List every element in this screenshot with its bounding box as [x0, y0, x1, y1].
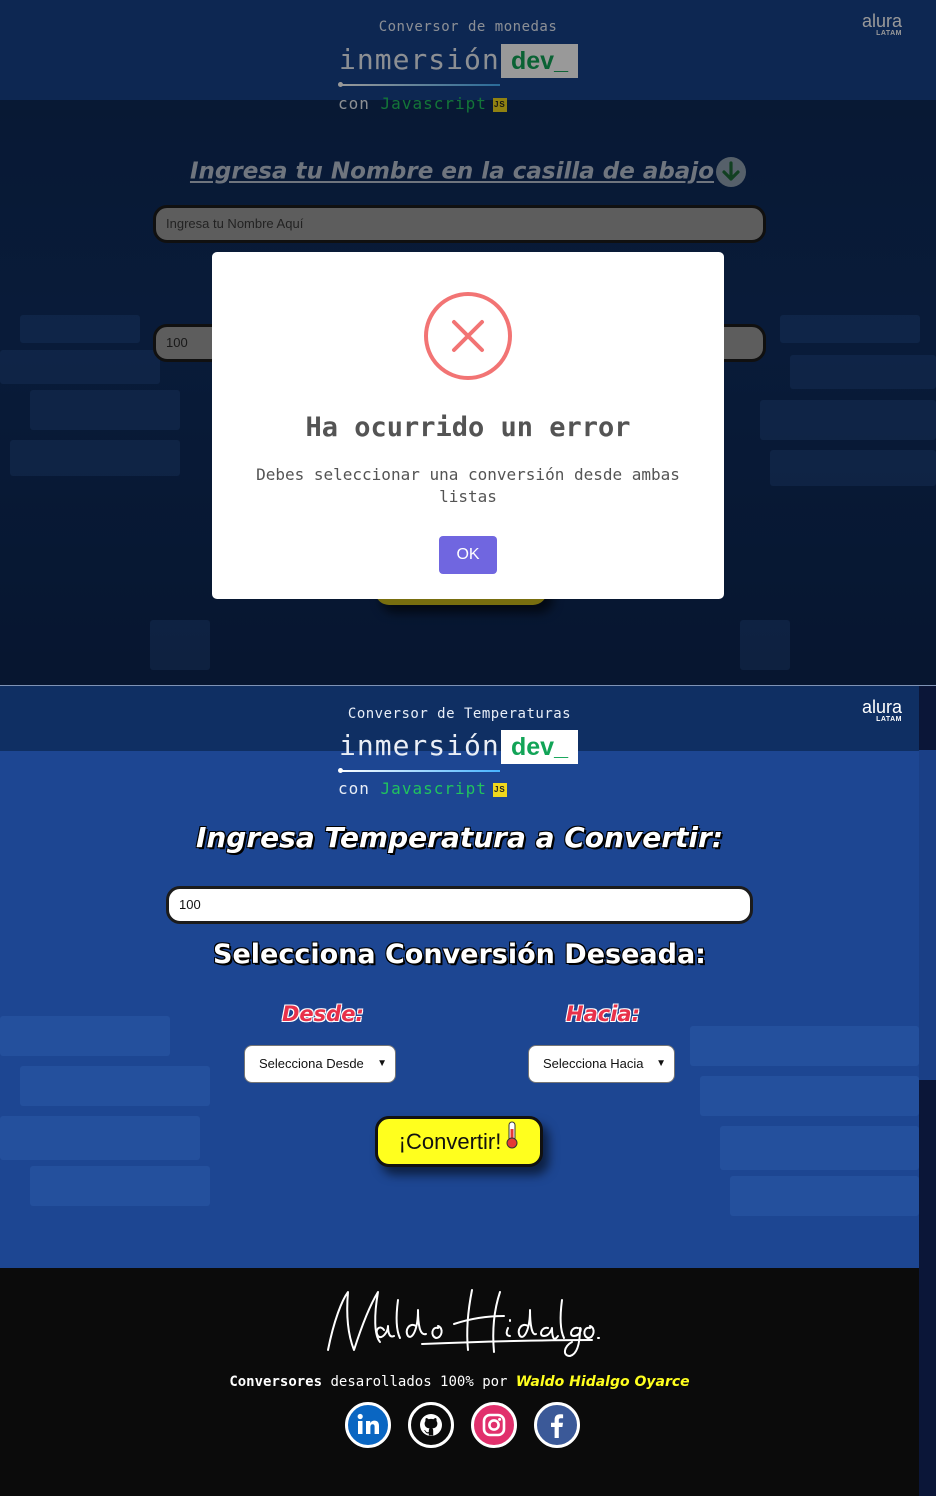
linkedin-icon[interactable]: [345, 1402, 391, 1448]
page-subtitle: Conversor de Temperaturas: [347, 706, 572, 722]
section-divider: [0, 685, 936, 686]
error-x-icon: [424, 292, 512, 380]
from-select-value: Selecciona Desde: [259, 1056, 364, 1071]
from-select[interactable]: Selecciona Desde ▼: [244, 1045, 396, 1083]
footer: Conversores desarollados 100% por Waldo …: [0, 1268, 919, 1496]
temperature-input-heading: Ingresa Temperatura a Convertir:: [195, 821, 724, 854]
chevron-down-icon: ▼: [656, 1058, 666, 1069]
chevron-down-icon: ▼: [377, 1058, 387, 1069]
logo-inmersion: inmersión: [339, 729, 500, 762]
github-icon[interactable]: [408, 1402, 454, 1448]
currency-converter-section: Conversor de monedas inmersión dev_ con …: [0, 0, 936, 686]
thermometer-icon: [505, 1119, 519, 1164]
credits-middle: desarollados 100% por: [322, 1374, 516, 1390]
error-dialog: Ha ocurrido un error Debes seleccionar u…: [212, 252, 724, 599]
alura-region: LATAM: [876, 716, 903, 723]
credits-prefix: Conversores: [229, 1374, 323, 1390]
temperature-converter-section: Conversor de Temperaturas inmersión dev_…: [0, 686, 919, 1268]
logo-line: [340, 770, 500, 772]
convert-temperature-button[interactable]: ¡Convertir!: [375, 1116, 543, 1167]
dialog-message: Debes seleccionar una conversión desde a…: [256, 465, 680, 506]
ok-button[interactable]: OK: [439, 536, 497, 574]
credits-line: Conversores desarollados 100% por Waldo …: [0, 1374, 919, 1390]
side-rail-accent: [919, 750, 936, 1080]
to-select[interactable]: Selecciona Hacia ▼: [528, 1045, 675, 1083]
logo-con: con: [338, 779, 370, 798]
dialog-title: Ha ocurrido un error: [305, 412, 631, 443]
facebook-icon[interactable]: [534, 1402, 580, 1448]
signature-logo: [322, 1280, 602, 1360]
logo-con-javascript: con Javascript JS: [338, 779, 507, 798]
to-select-value: Selecciona Hacia: [543, 1056, 644, 1071]
logo-javascript: Javascript: [380, 779, 487, 798]
temperature-input[interactable]: 100: [166, 886, 753, 924]
alura-name: alura: [862, 697, 903, 717]
alura-logo[interactable]: alura LATAM: [862, 698, 902, 724]
logo-dev: dev_: [501, 730, 578, 764]
from-label: Desde:: [282, 1002, 364, 1026]
instagram-icon[interactable]: [471, 1402, 517, 1448]
js-badge-icon: JS: [492, 782, 507, 797]
to-label: Hacia:: [566, 1002, 640, 1026]
credits-author: Waldo Hidalgo Oyarce: [515, 1374, 690, 1390]
conversion-select-heading: Selecciona Conversión Deseada:: [213, 939, 706, 970]
convert-label: ¡Convertir!: [398, 1129, 502, 1154]
